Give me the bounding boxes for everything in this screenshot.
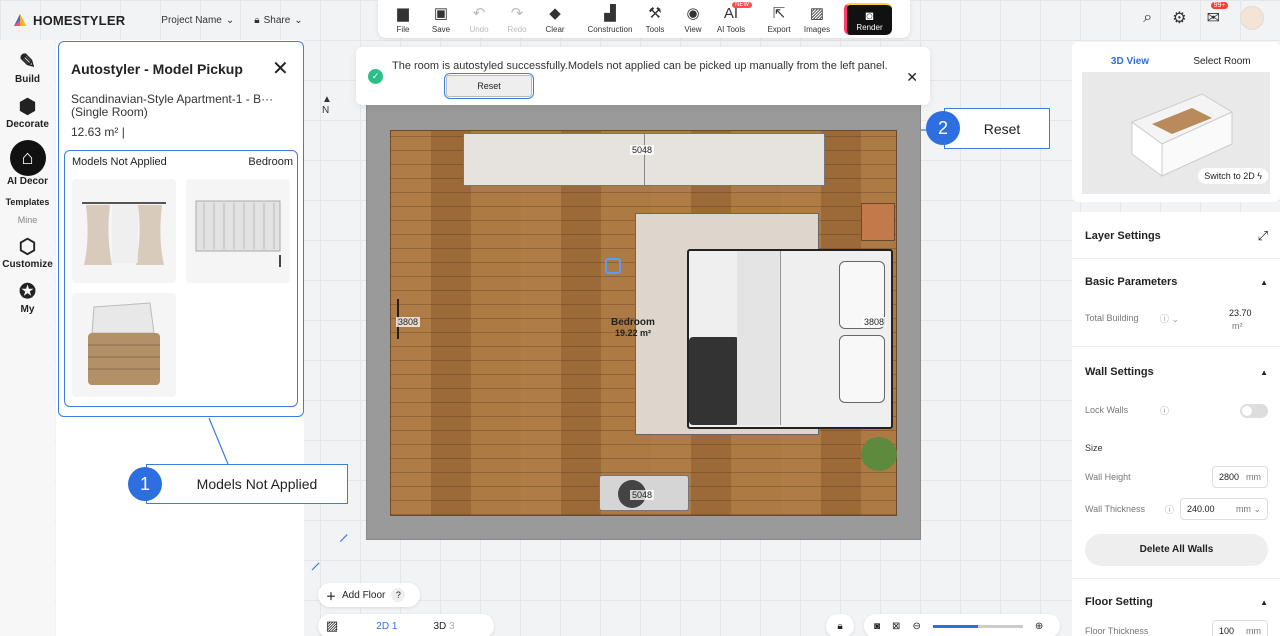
plant[interactable] (861, 437, 897, 471)
add-floor-icon: ＋ (326, 591, 336, 603)
view-3d-count: 3 (449, 620, 455, 632)
collapse-caret-icon[interactable]: ▲ (1260, 368, 1268, 377)
floor-thickness-label: Floor Thickness (1085, 626, 1149, 636)
view-3d-tab[interactable]: 3D 3 (433, 621, 454, 632)
lock-icon: 🔒︎ (837, 620, 843, 632)
view-2d-tab[interactable]: 2D 1 (376, 621, 397, 632)
switch-label: Switch to 2D (1204, 171, 1255, 181)
callout-number: 1 (128, 467, 162, 501)
expand-icon[interactable]: ⤢ (1258, 228, 1268, 244)
info-icon[interactable]: ⓘ (1160, 404, 1169, 417)
add-floor-label: Add Floor (342, 589, 386, 601)
pillow (839, 335, 885, 403)
wall-settings-title: Wall Settings (1085, 366, 1154, 378)
view-switcher: ▨ 2D 1 3D 3 (318, 614, 494, 636)
floor-setting-title: Floor Setting (1085, 596, 1153, 608)
zoom-out-icon[interactable]: ⊖ (912, 621, 920, 632)
compass-north: ▲ N (322, 94, 332, 116)
settings-panel: Layer Settings ⤢ Basic Parameters ▲ Tota… (1072, 212, 1280, 636)
view-2d-count: 1 (391, 620, 398, 632)
wall-thickness-select[interactable]: 240.00 mm ⌄ (1180, 498, 1268, 520)
wall-height-input[interactable]: 2800 mm (1212, 466, 1268, 488)
bed[interactable] (687, 249, 893, 429)
zoom-controls: ◙ ⊠ ⊖ ⊕ (864, 614, 1060, 636)
add-floor-button[interactable]: ＋ Add Floor ? (318, 583, 420, 607)
callout-label: Models Not Applied (196, 476, 318, 492)
collapse-caret-icon[interactable]: ▲ (1260, 278, 1268, 287)
total-building-value: 23.70 (1229, 308, 1252, 318)
success-notification: ✓ The room is autostyled successfully.Mo… (356, 47, 930, 105)
room-name: Bedroom (611, 317, 655, 328)
floor-thickness-unit: mm (1246, 626, 1261, 636)
view-3d-label: 3D (433, 620, 447, 632)
callout-label: Reset (983, 120, 1021, 137)
tab-3d-view[interactable]: 3D View (1084, 52, 1176, 71)
size-label: Size (1085, 443, 1103, 453)
throw-blanket (689, 337, 739, 425)
tab-select-room[interactable]: Select Room (1176, 52, 1268, 71)
wall-thickness-label: Wall Thickness (1085, 504, 1146, 514)
callout-models-not-applied: Models Not Applied (146, 464, 348, 504)
help-icon[interactable]: ? (391, 588, 406, 602)
target-icon[interactable] (605, 258, 621, 274)
wall-height-label: Wall Height (1085, 472, 1131, 482)
bolt-icon: ϟ (1257, 171, 1262, 181)
wall-thickness-value: 240.00 (1187, 504, 1215, 514)
delete-all-walls-button[interactable]: Delete All Walls (1085, 534, 1268, 566)
lock-walls-label: Lock Walls (1085, 405, 1129, 415)
total-building-label: Total Building (1085, 313, 1139, 323)
wall-height-unit: mm (1246, 472, 1261, 482)
dimension-left: 3808 (396, 317, 421, 327)
view-preview: 3D View Select Room Switch to 2D ϟ (1072, 42, 1280, 202)
layer-settings-title: Layer Settings (1085, 230, 1161, 242)
duvet (737, 251, 781, 425)
lock-walls-toggle[interactable] (1240, 404, 1268, 418)
floor-thickness-input[interactable]: 100 mm (1212, 620, 1268, 636)
bedroom-floor[interactable]: Bedroom 19.22 m² (390, 130, 897, 516)
camera-icon[interactable]: ◙ (874, 621, 880, 632)
dimension-right: 3808 (862, 317, 887, 327)
reset-highlight (444, 73, 534, 99)
dimension-top: 5048 (630, 145, 655, 155)
zoom-in-icon[interactable]: ⊕ (1035, 621, 1043, 632)
wardrobe[interactable] (463, 133, 825, 186)
switch-to-2d-button[interactable]: Switch to 2D ϟ (1198, 168, 1268, 184)
info-icon[interactable]: ⓘ (1165, 503, 1174, 516)
dimension-bottom: 5048 (630, 490, 655, 500)
nightstand[interactable] (861, 203, 895, 241)
room-area-label: 19.22 m² (614, 328, 651, 338)
chevron-down-icon: ⌄ (1253, 503, 1261, 514)
room-label[interactable]: Bedroom 19.22 m² (611, 317, 655, 338)
floor-plan-icon[interactable]: ▨ (326, 618, 338, 634)
floor-thickness-value: 100 (1219, 626, 1235, 636)
wall-height-value: 2800 (1219, 472, 1240, 482)
close-icon[interactable]: ✕ (906, 69, 918, 86)
compass-label: N (322, 105, 330, 116)
zoom-slider-fill (932, 624, 978, 628)
total-building-unit: m² (1232, 321, 1243, 331)
zoom-slider[interactable] (932, 624, 1023, 628)
collapse-caret-icon[interactable]: ▲ (1260, 598, 1268, 607)
view-2d-label: 2D (376, 620, 390, 632)
basic-parameters-title: Basic Parameters (1085, 276, 1178, 288)
info-icon[interactable]: ⓘ ⌄ (1160, 312, 1179, 325)
lock-button[interactable]: 🔒︎ (826, 614, 854, 636)
check-icon: ✓ (368, 69, 383, 84)
wall-thickness-unit: mm (1235, 503, 1251, 514)
fit-view-icon[interactable]: ⊠ (892, 621, 900, 632)
compass-arrow-icon: ▲ (322, 94, 332, 105)
callout-number: 2 (926, 111, 960, 145)
